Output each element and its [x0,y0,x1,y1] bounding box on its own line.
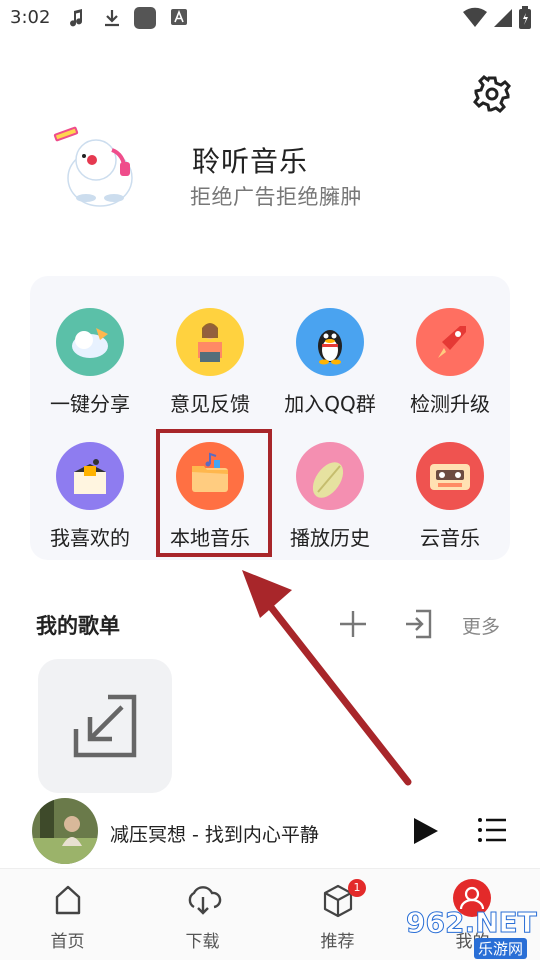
app-title: 聆听音乐 [192,145,309,178]
app-subtitle: 拒绝广告拒绝臃肿 [190,185,362,209]
home-icon [55,885,80,915]
feature-feedback[interactable]: 意见反馈 [150,308,270,428]
signal-icon [494,9,512,27]
feature-label: 加入QQ群 [284,392,376,416]
nav-home[interactable]: 首页 [0,869,135,960]
feature-qq-group[interactable]: 加入QQ群 [270,308,390,428]
playlists-title: 我的歌单 [36,614,120,638]
qq-icon [296,308,364,376]
share-icon [56,308,124,376]
highlight-box [156,429,272,557]
feature-history[interactable]: 播放历史 [270,442,390,562]
playlist-import-tile[interactable] [38,659,172,793]
feature-label: 我喜欢的 [50,526,130,550]
import-playlist-icon[interactable] [402,608,434,640]
now-playing-title: 减压冥想 - 找到内心平静 [110,824,319,846]
nav-label: 推荐 [320,932,355,952]
feature-upgrade[interactable]: 检测升级 [390,308,510,428]
nav-download[interactable]: 下载 [135,869,270,960]
nav-label: 下载 [185,932,220,952]
watermark: 962.NET 乐游网 [400,906,540,960]
rocket-icon [416,308,484,376]
feature-cloud-music[interactable]: 云音乐 [390,442,510,562]
nav-label: 首页 [50,932,85,952]
feature-label: 检测升级 [410,392,490,416]
add-playlist-icon[interactable] [338,609,368,639]
playlists-more-link[interactable]: 更多 [462,612,500,639]
feature-label: 一键分享 [50,392,130,416]
feature-label: 播放历史 [290,526,370,550]
font-status-icon [171,9,187,25]
feature-label: 意见反馈 [170,392,250,416]
feedback-icon [176,308,244,376]
app-status-icon [134,7,156,29]
feature-share[interactable]: 一键分享 [30,308,150,428]
status-bar: 3:02 [0,0,540,36]
download-status-icon [105,10,119,27]
favorite-box-icon [56,442,124,510]
wifi-icon [463,7,487,27]
battery-icon [519,6,531,29]
moon-icon[interactable] [408,74,450,114]
cassette-icon [416,442,484,510]
album-cover[interactable] [32,798,98,864]
music-note-icon [70,9,83,27]
play-icon[interactable] [412,816,440,846]
mascot-avatar [53,126,133,207]
watermark-main: 962.NET [406,906,538,940]
annotation-arrow [242,570,412,786]
status-time: 3:02 [10,7,51,28]
import-icon [73,694,137,758]
watermark-sub: 乐游网 [474,938,528,959]
notification-badge: 1 [348,879,366,897]
feature-favorites[interactable]: 我喜欢的 [30,442,150,562]
playlist-queue-icon[interactable] [476,814,508,846]
now-playing-bar[interactable]: 减压冥想 - 找到内心平静 [0,796,540,868]
nav-recommend[interactable]: 1 推荐 [270,869,405,960]
cloud-download-icon [188,886,221,915]
history-icon [296,442,364,510]
feature-label: 云音乐 [420,526,480,550]
settings-icon[interactable] [472,74,512,114]
